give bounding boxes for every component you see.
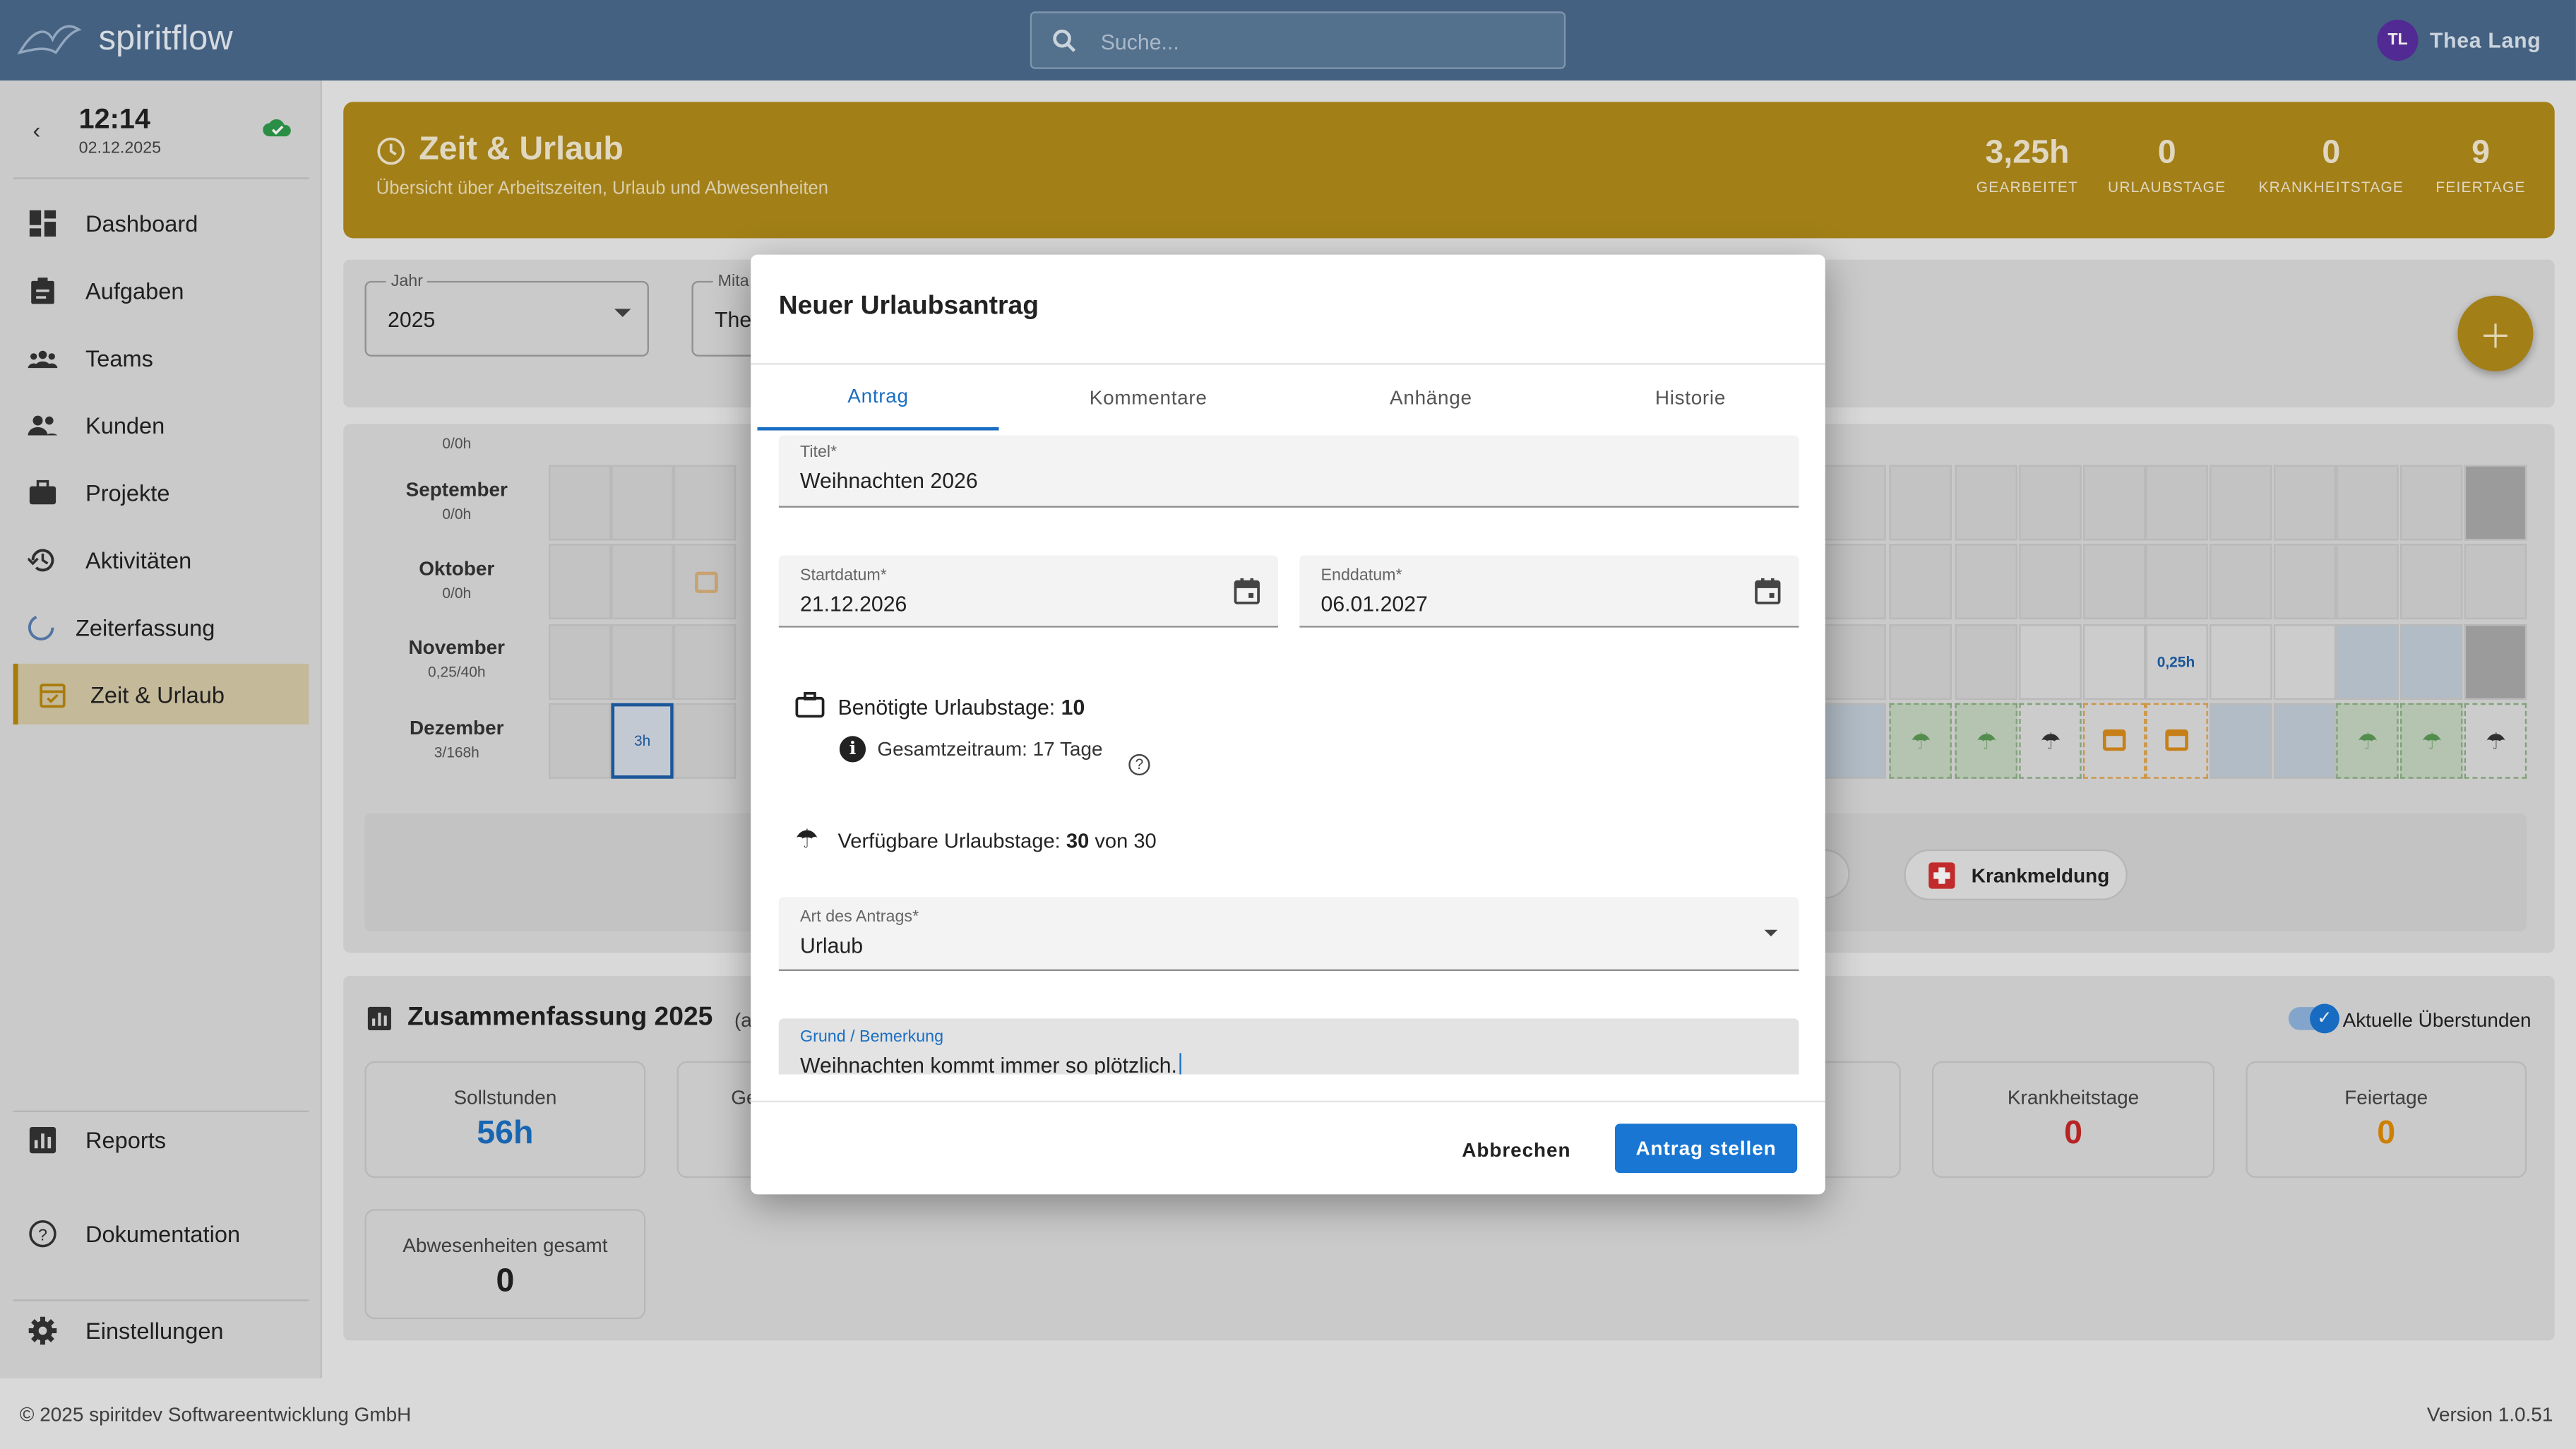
calendar-picker-icon[interactable] <box>1232 577 1262 607</box>
available-days-value: 30 <box>1066 829 1090 853</box>
needed-days: Benötigte Urlaubstage: 10 <box>838 695 1085 720</box>
tab-kommentare[interactable]: Kommentare <box>1027 364 1270 430</box>
tab-antrag[interactable]: Antrag <box>757 364 999 431</box>
start-date-label: Startdatum* <box>800 566 887 585</box>
end-date-value: 06.01.2027 <box>1320 591 1428 616</box>
info-icon: i <box>839 736 866 763</box>
needed-days-label: Benötigte Urlaubstage: <box>837 695 1056 720</box>
available-days-suffix: von 30 <box>1095 829 1157 853</box>
needed-days-value: 10 <box>1061 695 1085 720</box>
total-period: Gesamtzeitraum: 17 Tage <box>877 737 1103 761</box>
submit-request-button[interactable]: Antrag stellen <box>1614 1123 1798 1174</box>
chevron-down-icon <box>1764 929 1778 937</box>
available-days: Verfügbare Urlaubstage: 30 von 30 <box>838 830 1157 853</box>
request-type-value: Urlaub <box>800 933 864 958</box>
dialog-title: Neuer Urlaubsantrag <box>778 292 1039 321</box>
end-date-field[interactable]: Enddatum* 06.01.2027 <box>1299 555 1799 628</box>
title-field[interactable]: Titel* Weihnachten 2026 <box>778 435 1799 508</box>
available-days-label: Verfügbare Urlaubstage: <box>837 829 1061 853</box>
vacation-request-dialog: Neuer Urlaubsantrag Antrag Kommentare An… <box>751 254 1825 1195</box>
request-type-label: Art des Antrags* <box>800 908 919 927</box>
briefcase-icon <box>795 691 825 718</box>
reason-textarea[interactable]: Grund / Bemerkung Weihnachten kommt imme… <box>778 1018 1799 1075</box>
calendar-picker-icon[interactable] <box>1753 577 1782 607</box>
start-date-value: 21.12.2026 <box>800 591 907 616</box>
umbrella-icon: ☂ <box>795 826 819 854</box>
start-date-field[interactable]: Startdatum* 21.12.2026 <box>778 555 1279 628</box>
request-type-select[interactable]: Art des Antrags* Urlaub <box>778 897 1799 971</box>
tab-anhaenge[interactable]: Anhänge <box>1309 364 1552 430</box>
tab-historie[interactable]: Historie <box>1569 364 1812 430</box>
help-icon[interactable]: ? <box>1128 753 1150 776</box>
title-field-value: Weihnachten 2026 <box>800 468 978 493</box>
dialog-footer-divider <box>751 1100 1825 1103</box>
dialog-tabs: Antrag Kommentare Anhänge Historie <box>751 363 1825 431</box>
title-field-label: Titel* <box>800 443 837 462</box>
end-date-label: Enddatum* <box>1320 566 1402 585</box>
cancel-button[interactable]: Abbrechen <box>1448 1126 1585 1175</box>
reason-value: Weihnachten kommt immer so plötzlich. <box>800 1053 1181 1075</box>
reason-label: Grund / Bemerkung <box>800 1028 944 1046</box>
